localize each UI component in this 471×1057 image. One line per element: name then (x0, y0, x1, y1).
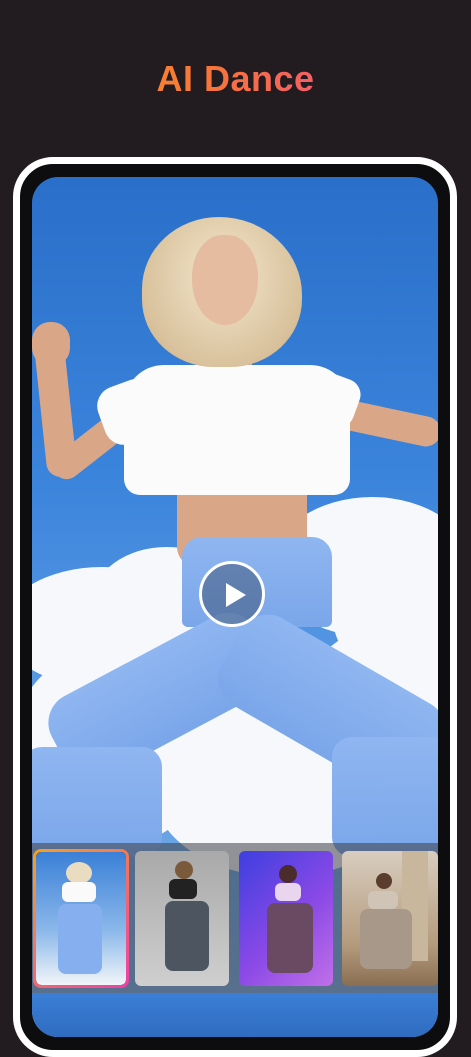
play-icon (226, 583, 246, 607)
thumbnail-studio-gray[interactable] (135, 851, 229, 986)
thumbnail-purple-light[interactable] (239, 851, 333, 986)
preview-footer (32, 993, 438, 1037)
dance-style-thumbnails (32, 843, 438, 993)
thumbnail-blue-sky[interactable] (33, 849, 129, 988)
thumbnail-columns[interactable] (342, 851, 438, 986)
page-title: AI Dance (0, 58, 471, 100)
play-button[interactable] (199, 561, 265, 627)
dance-preview[interactable] (32, 177, 438, 1037)
